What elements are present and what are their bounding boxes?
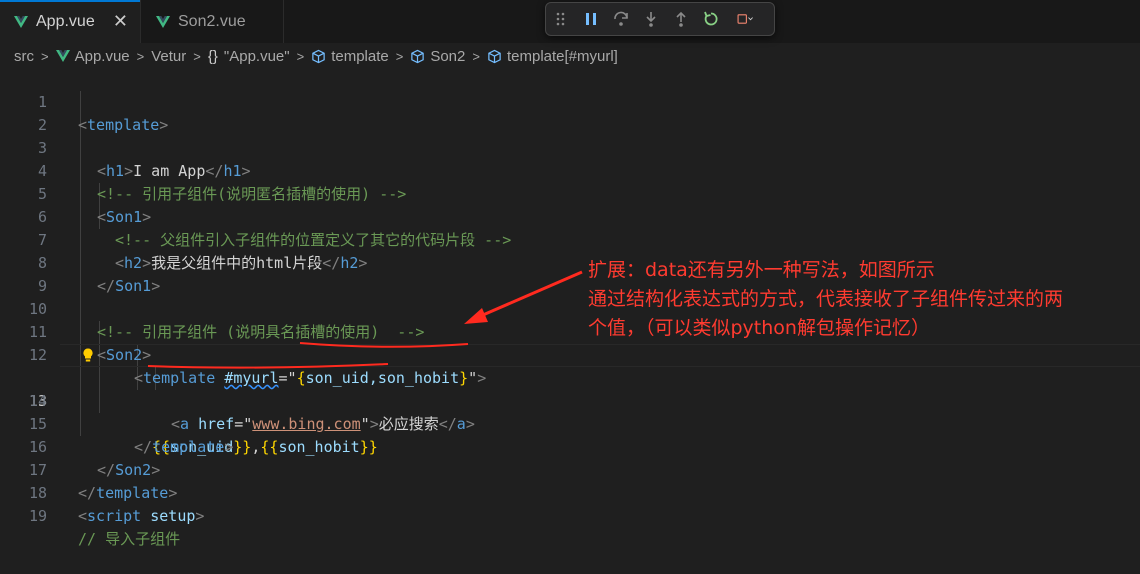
code-token: script xyxy=(87,507,142,525)
annotation-underline xyxy=(299,342,469,348)
code-token: setup xyxy=(150,507,196,525)
line-number: 19 xyxy=(28,507,47,525)
annotation-line: 个值，（可以类似python解包操作记忆） xyxy=(588,317,930,339)
annotation-underline xyxy=(147,363,389,369)
annotation-line: 通过结构化表达式的方式，代表接收了子组件传过来的两 xyxy=(588,288,1064,310)
annotation-line: 扩展：data还有另外一种写法，如图所示 xyxy=(588,259,935,281)
annotation-text: 扩展：data还有另外一种写法，如图所示 通过结构化表达式的方式，代表接收了子组… xyxy=(588,256,1063,343)
annotation-overlay xyxy=(147,270,583,369)
annotation-arrow xyxy=(475,270,583,320)
code-comment: // 导入子组件 xyxy=(78,530,181,548)
annotation-arrowhead xyxy=(464,308,488,324)
